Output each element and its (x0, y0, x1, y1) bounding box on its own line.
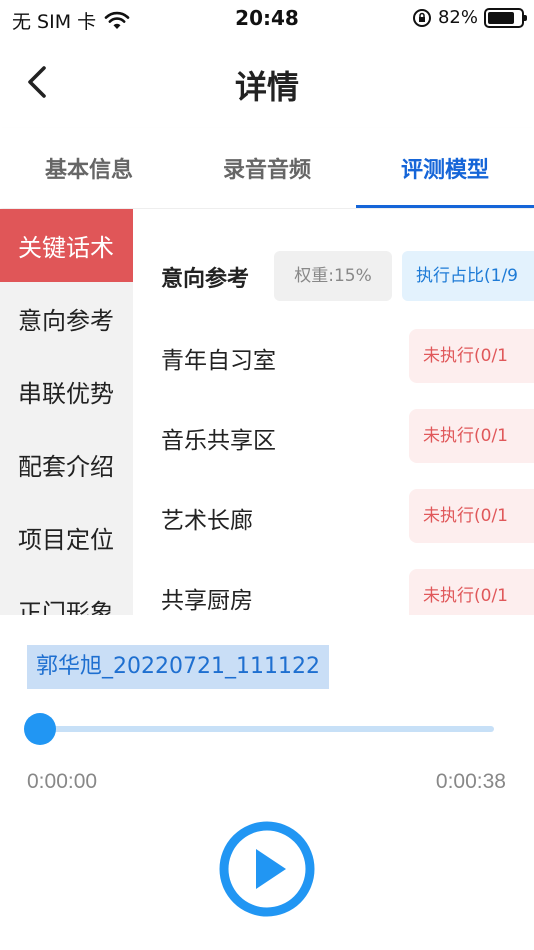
orientation-lock-icon (412, 8, 431, 27)
battery-icon (484, 7, 527, 28)
tab-evaluation-model[interactable]: 评测模型 (356, 128, 534, 208)
status-badge: 未执行(0/1 (409, 489, 534, 543)
list-item: 艺术长廊 未执行(0/1 (133, 488, 534, 544)
side-item-intent-reference[interactable]: 意向参考 (0, 282, 133, 355)
side-item-main-gate-image[interactable]: 正门形象 (0, 574, 133, 615)
battery-percent: 82% (437, 7, 478, 28)
status-badge: 未执行(0/1 (409, 569, 534, 615)
content-panel[interactable]: 意向参考 权重:15% 执行占比(1/9 青年自习室 未执行(0/1 音乐共享区… (133, 209, 534, 615)
group-title: 意向参考 (161, 267, 250, 292)
side-item-project-positioning[interactable]: 项目定位 (0, 501, 133, 574)
status-right: 82% (412, 7, 527, 28)
item-name: 艺术长廊 (161, 508, 253, 534)
tab-bar: 基本信息 录音音频 评测模型 (0, 128, 534, 208)
tab-recording-audio[interactable]: 录音音频 (178, 128, 356, 208)
group-header: 意向参考 权重:15% 执行占比(1/9 (133, 247, 534, 303)
slider-thumb[interactable] (24, 713, 56, 745)
page-title: 详情 (234, 68, 299, 106)
battery-fill (488, 11, 514, 24)
play-button[interactable] (218, 820, 316, 918)
slider-track (40, 726, 494, 732)
total-time: 0:00:38 (435, 770, 506, 793)
list-item: 共享厨房 未执行(0/1 (133, 568, 534, 615)
item-name: 音乐共享区 (161, 428, 276, 454)
item-name: 青年自习室 (161, 348, 276, 374)
list-item: 音乐共享区 未执行(0/1 (133, 408, 534, 464)
side-item-key-phrases[interactable]: 关键话术 (0, 209, 133, 282)
status-bar: 无 SIM 卡 20:48 82% (0, 0, 534, 40)
side-item-facilities[interactable]: 配套介绍 (0, 428, 133, 501)
nav-bar: 详情 (0, 44, 534, 120)
playback-slider[interactable] (24, 708, 496, 750)
status-badge: 未执行(0/1 (409, 329, 534, 383)
item-name: 共享厨房 (161, 588, 253, 614)
list-item: 青年自习室 未执行(0/1 (133, 328, 534, 384)
side-item-linked-advantages[interactable]: 串联优势 (0, 355, 133, 428)
audio-file-name: 郭华旭_20220721_111122 (27, 645, 329, 689)
status-badge: 未执行(0/1 (409, 409, 534, 463)
current-time: 0:00:00 (27, 770, 98, 793)
tab-basic-info[interactable]: 基本信息 (0, 128, 178, 208)
weight-badge: 权重:15% (274, 251, 392, 301)
execution-ratio-badge: 执行占比(1/9 (402, 251, 534, 301)
side-nav: 关键话术 意向参考 串联优势 配套介绍 项目定位 正门形象 (0, 209, 133, 615)
